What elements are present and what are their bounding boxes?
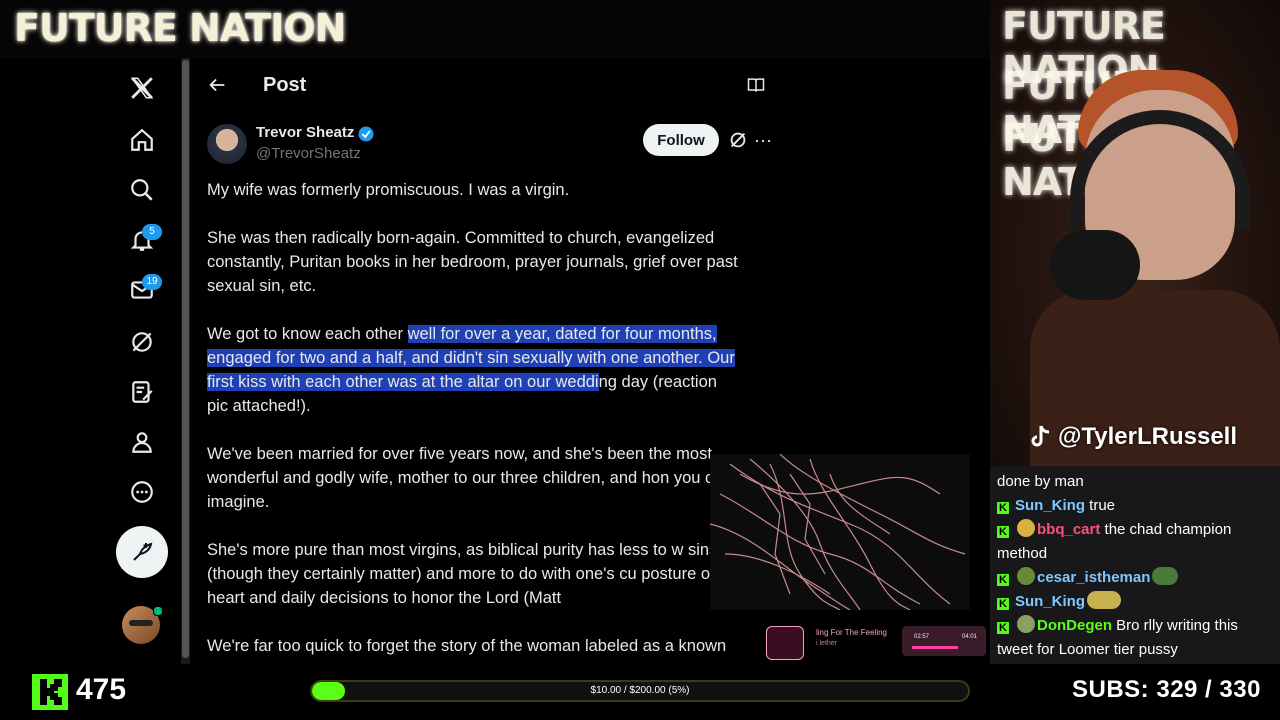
verified-badge-icon — [358, 126, 374, 142]
subs-counter: SUBS: 329 / 330 — [1072, 676, 1261, 703]
chat-message: K Sun_King — [997, 590, 1273, 614]
compose-post-button[interactable] — [116, 526, 168, 578]
home-icon[interactable] — [118, 116, 166, 164]
kick-logo-icon — [32, 674, 68, 710]
chat-message: Kcesar_istheman — [997, 566, 1273, 590]
emote-icon — [1017, 519, 1035, 537]
track-total: 04:01 — [962, 634, 978, 640]
donation-goal-text: $10.00 / $200.00 (5%) — [590, 685, 690, 696]
author-handle[interactable]: @TrevorSheatz — [256, 145, 361, 162]
kick-badge-icon: K — [997, 598, 1009, 610]
emote-icon — [1152, 567, 1179, 585]
back-arrow-icon[interactable] — [206, 74, 228, 96]
search-icon[interactable] — [118, 166, 166, 214]
album-art — [766, 626, 804, 660]
x-app-window: 5 19 Post Trevor Sheatz @TrevorSheatz Fo… — [0, 58, 790, 664]
feather-pen-icon — [133, 542, 153, 561]
track-progress-box: 02:57 04:01 — [902, 626, 986, 656]
online-status-dot — [153, 606, 163, 616]
text-plain-tail: ng day (reaction — [598, 373, 717, 391]
chat-message: K DonDegen Bro rlly writing this tweet fo… — [997, 614, 1273, 662]
chat-username[interactable]: bbq_cart — [1037, 521, 1100, 538]
post-paragraph-4: We've been married for over five years n… — [207, 445, 745, 511]
chat-message: K Sun_King true — [997, 494, 1273, 518]
scrollbar-thumb[interactable] — [182, 60, 189, 658]
chat-message: done by man — [997, 470, 1273, 494]
post-paragraph-1: My wife was formerly promiscuous. I was … — [207, 181, 570, 199]
banner-logo: FUTURE NATION — [14, 6, 346, 50]
emote-icon — [1017, 615, 1035, 633]
post-paragraph-5: She's more pure than most virgins, as bi… — [207, 541, 743, 607]
kick-badge-icon: K — [997, 526, 1009, 538]
kick-badge-icon: K — [997, 622, 1009, 634]
post-detail-column: Post Trevor Sheatz @TrevorSheatz Follow … — [190, 58, 790, 664]
chat-username[interactable]: cesar_istheman — [1037, 569, 1150, 586]
track-elapsed: 02:57 — [914, 634, 930, 640]
grok-explain-icon[interactable] — [727, 129, 749, 151]
author-avatar[interactable] — [207, 124, 247, 164]
lists-icon[interactable] — [118, 368, 166, 416]
messages-envelope-icon[interactable] — [118, 266, 166, 314]
post-paragraph-6: We're far too quick to forget the story … — [207, 637, 727, 655]
live-chat: done by man K Sun_King true Kbbq_cart the… — [990, 466, 1280, 664]
text-selection-1: well for over a year, dated for four mon… — [407, 325, 717, 343]
messages-badge: 19 — [142, 274, 162, 290]
x-logo-icon[interactable] — [118, 64, 166, 112]
kick-badge-icon: K — [997, 574, 1009, 586]
tiktok-handle-text: @TylerLRussell — [1058, 423, 1238, 450]
text-plain-end: pic attached!). — [207, 397, 311, 415]
reader-mode-icon[interactable] — [746, 75, 766, 95]
post-paragraph-3: We got to know each other well for over … — [207, 322, 777, 418]
donation-goal-bar: $10.00 / $200.00 (5%) — [310, 680, 970, 702]
chat-text: true — [1089, 497, 1116, 514]
kick-follower-count: 475 — [76, 673, 127, 706]
text-selection-3: first kiss with each other was at the al… — [207, 373, 599, 391]
chat-text: done by man — [997, 473, 1084, 490]
chat-username[interactable]: Sun_King — [1015, 593, 1085, 610]
kick-badge-icon: K — [997, 502, 1009, 514]
more-options-icon[interactable] — [118, 468, 166, 516]
follow-button[interactable]: Follow — [643, 124, 719, 156]
now-playing-widget: ling For The Feeling i lether 02:57 04:0… — [766, 624, 990, 660]
emote-icon — [1087, 591, 1121, 609]
author-name[interactable]: Trevor Sheatz — [256, 124, 354, 141]
tangled-roots-graphic — [710, 454, 970, 610]
chat-message: Kbbq_cart the chad champion method — [997, 518, 1273, 566]
chat-username[interactable]: DonDegen — [1037, 617, 1112, 634]
notifications-badge: 5 — [142, 224, 162, 240]
profile-icon[interactable] — [118, 418, 166, 466]
microphone — [1050, 230, 1140, 300]
text-selection-2: engaged for two and a half, and didn't s… — [207, 349, 735, 367]
post-more-icon[interactable]: ··· — [754, 129, 776, 151]
grok-icon[interactable] — [118, 318, 166, 366]
overlay-video-clip — [710, 454, 970, 610]
post-paragraph-2: She was then radically born-again. Commi… — [207, 229, 738, 295]
page-title: Post — [263, 74, 307, 96]
tiktok-handle: @TylerLRussell — [1028, 423, 1237, 451]
track-progress-bar — [912, 646, 959, 649]
sidebar-nav: 5 19 — [0, 58, 180, 664]
emote-icon — [1017, 567, 1035, 585]
webcam-feed: FUTURE NATION FUTURE NATION FUTURE NATIO… — [990, 0, 1280, 466]
track-artist: i lether — [816, 640, 838, 647]
chat-username[interactable]: Sun_King — [1015, 497, 1085, 514]
text-plain: We got to know each other — [207, 325, 408, 343]
tiktok-icon — [1031, 425, 1050, 447]
track-title: ling For The Feeling — [816, 628, 887, 637]
notifications-bell-icon[interactable] — [118, 216, 166, 264]
